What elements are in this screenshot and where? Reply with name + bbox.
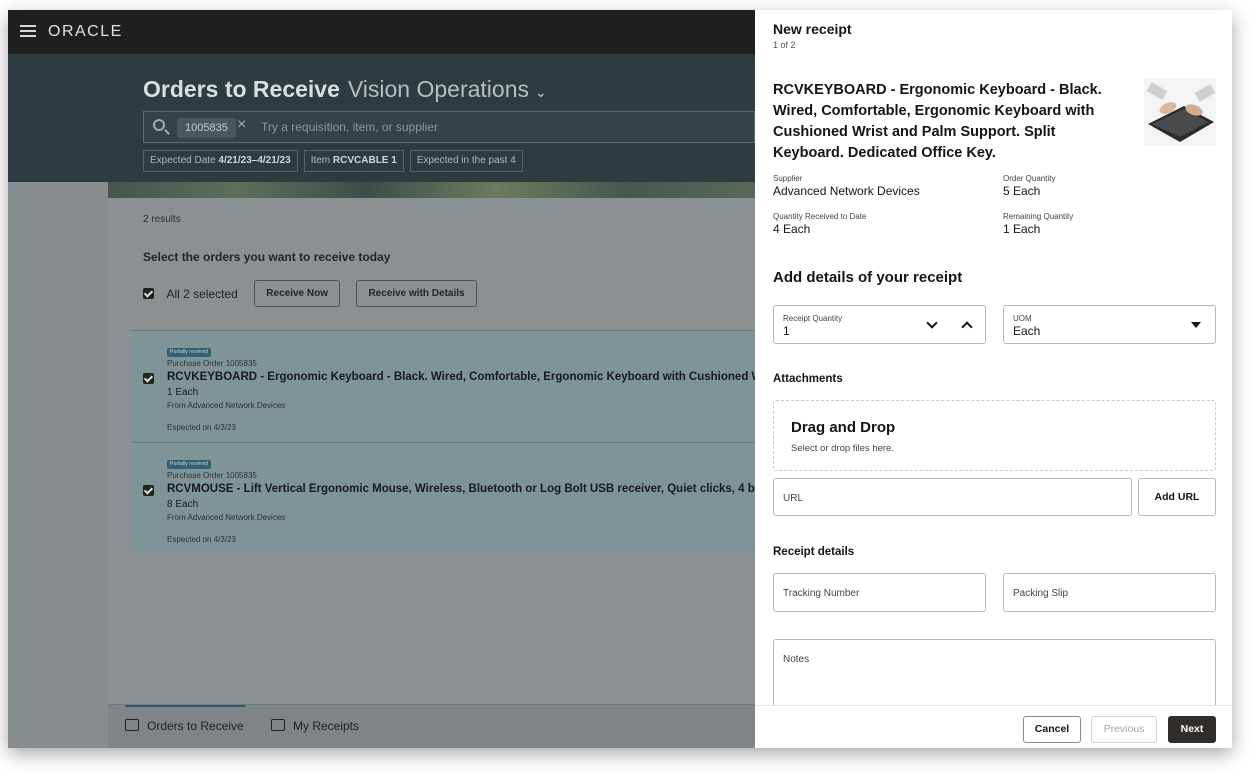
page-title-main: Orders to Receive [143,76,340,102]
filter-chips: Expected Date 4/21/23–4/21/23 Item RCVCA… [143,150,529,172]
packing-slip-input[interactable]: Packing Slip [1003,573,1216,612]
org-selector[interactable]: Vision Operations [348,76,529,102]
receive-now-button[interactable]: Receive Now [254,280,340,307]
selection-toolbar: All 2 selected Receive Now Receive with … [143,280,477,308]
add-details-heading: Add details of your receipt [773,269,963,286]
previous-button[interactable]: Previous [1091,716,1157,743]
drawer-title: New receipt [773,21,852,37]
oracle-logo: ORACLE [48,23,123,40]
order-title: RCVMOUSE - Lift Vertical Ergonomic Mouse… [167,483,755,495]
chevron-down-icon[interactable]: ⌄ [535,84,547,100]
increment-chevron-icon[interactable] [961,321,973,333]
hamburger-menu-icon[interactable] [20,25,36,37]
receipt-icon [271,719,285,731]
tab-my-receipts[interactable]: My Receipts [271,719,359,733]
decrement-chevron-icon[interactable] [926,317,938,329]
dropzone-subtitle: Select or drop files here. [791,443,894,454]
add-url-button[interactable]: Add URL [1138,478,1216,516]
order-quantity-field: Order Quantity 5 Each [1003,174,1056,198]
truck-icon [125,719,139,731]
receive-with-details-button[interactable]: Receive with Details [356,280,477,307]
file-dropzone[interactable]: Drag and Drop Select or drop files here. [773,400,1216,471]
status-badge: Partially received [167,348,212,357]
step-indicator: 1 of 2 [773,40,796,50]
orders-content: 2 results Select the orders you want to … [108,198,755,704]
order-title: RCVKEYBOARD - Ergonomic Keyboard - Black… [167,371,755,383]
status-badge: Partially received [167,460,212,469]
search-bar[interactable]: 1005835 × Try a requisition, item, or su… [143,111,755,143]
select-all-checkbox[interactable] [143,288,154,299]
tracking-number-input[interactable]: Tracking Number [773,573,986,612]
dropdown-caret-icon [1191,322,1201,328]
remaining-quantity-field: Remaining Quantity 1 Each [1003,212,1074,236]
order-checkbox[interactable] [143,485,154,496]
order-qty: 8 Each [167,499,199,510]
order-expected: Expected on 4/3/23 [167,423,236,432]
filter-expected-past[interactable]: Expected in the past 4 [409,150,523,172]
orders-list: Partially received Purchase Order 100583… [131,330,755,554]
left-gutter [8,182,108,748]
next-button[interactable]: Next [1168,716,1216,743]
keyboard-image [1144,78,1216,146]
page-header: Orders to Receive Vision Operations ⌄ 1005… [8,54,755,182]
select-prompt: Select the orders you want to receive to… [143,250,391,264]
search-input[interactable]: Try a requisition, item, or supplier [261,120,438,134]
order-po: Purchase Order 1005835 [167,471,257,480]
filter-item[interactable]: Item RCVCABLE 1 [303,150,404,172]
search-icon [153,119,165,131]
select-all-label: All 2 selected [166,286,238,301]
tab-orders-to-receive[interactable]: Orders to Receive [125,719,244,733]
supplier-field: Supplier Advanced Network Devices [773,174,920,198]
list-item[interactable]: Partially received Purchase Order 100583… [131,330,755,442]
search-chip: 1005835 [177,118,236,138]
list-item[interactable]: Partially received Purchase Order 100583… [131,442,755,554]
clear-chip-icon[interactable]: × [237,116,246,134]
order-qty: 1 Each [167,387,199,398]
app-window: ORACLE Orders to Receive Vision Operation… [8,10,1232,748]
item-name: RCVKEYBOARD - Ergonomic Keyboard - Black… [773,82,1102,161]
results-count: 2 results [143,214,181,225]
order-checkbox[interactable] [143,373,154,384]
attachments-heading: Attachments [773,373,843,385]
received-to-date-field: Quantity Received to Date 4 Each [773,212,867,236]
drawer-footer: Cancel Previous Next [755,705,1232,748]
order-expected: Expected on 4/3/23 [167,535,236,544]
page-title: Orders to Receive Vision Operations ⌄ [143,76,547,103]
receipt-quantity-stepper[interactable]: Receipt Quantity 1 [773,305,986,344]
top-bar: ORACLE [8,10,755,54]
order-po: Purchase Order 1005835 [167,359,257,368]
active-tab-indicator [125,705,245,707]
header-banner-image [108,182,755,198]
cancel-button[interactable]: Cancel [1023,716,1081,743]
url-input[interactable]: URL [773,478,1132,516]
order-supplier: From Advanced Network Devices [167,513,286,522]
filter-expected-date[interactable]: Expected Date 4/21/23–4/21/23 [143,150,298,172]
uom-select[interactable]: UOM Each [1003,305,1216,344]
bottom-nav: Orders to Receive My Receipts [108,704,755,748]
new-receipt-drawer: New receipt 1 of 2 RCVKEYBOARD - Ergonom… [755,10,1232,748]
dropzone-title: Drag and Drop [791,419,896,436]
order-supplier: From Advanced Network Devices [167,401,286,410]
receipt-details-heading: Receipt details [773,546,855,558]
